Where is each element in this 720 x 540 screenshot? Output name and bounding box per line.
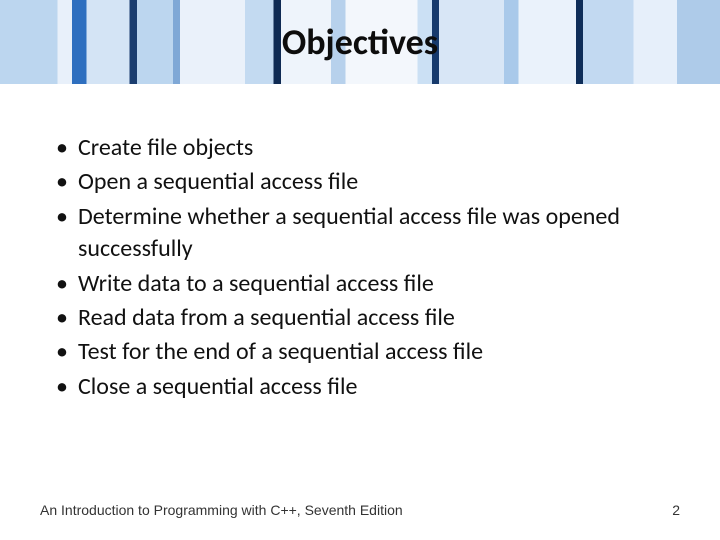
list-item: Test for the end of a sequential access … [56,336,680,368]
list-item: Write data to a sequential access file [56,268,680,300]
list-item: Read data from a sequential access file [56,302,680,334]
footer-text: An Introduction to Programming with C++,… [40,502,403,518]
list-item: Close a sequential access file [56,371,680,403]
list-item: Determine whether a sequential access fi… [56,201,680,266]
page-title: Objectives [274,20,446,64]
bullet-list: Create file objects Open a sequential ac… [56,132,680,403]
content-area: Create file objects Open a sequential ac… [0,84,720,403]
header-band: Objectives [0,0,720,84]
page-number: 2 [672,502,680,518]
list-item: Open a sequential access file [56,166,680,198]
list-item: Create file objects [56,132,680,164]
footer: An Introduction to Programming with C++,… [40,502,680,518]
